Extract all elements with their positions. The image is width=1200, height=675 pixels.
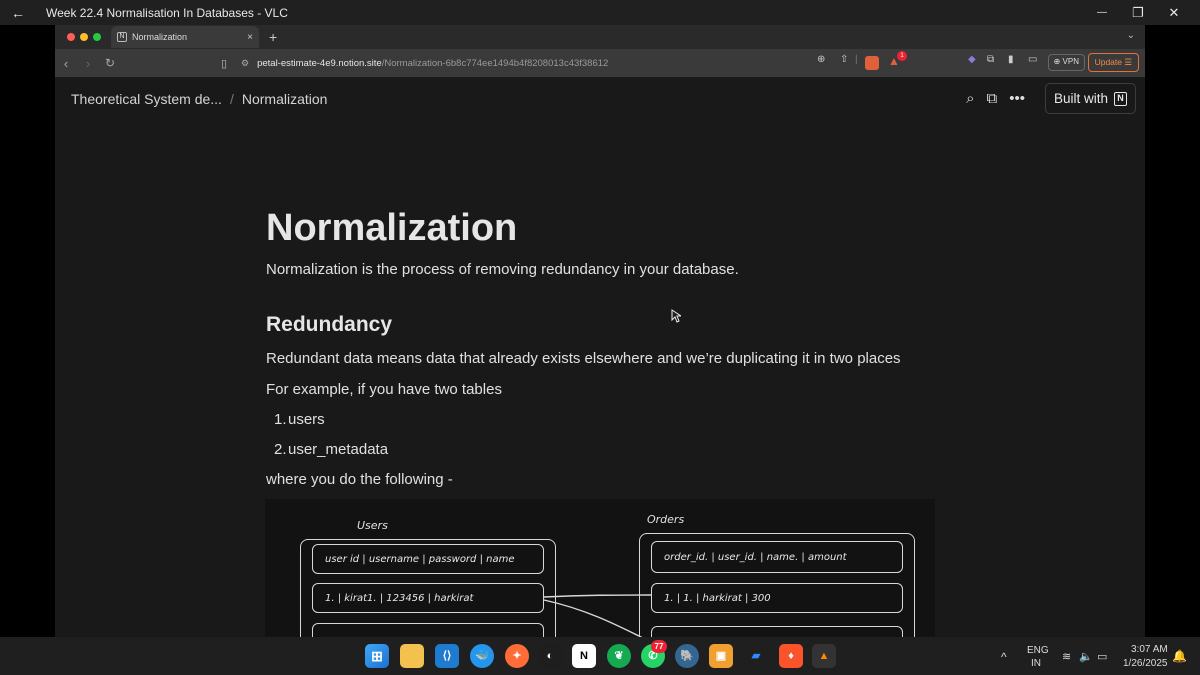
window-title: Week 22.4 Normalisation In Databases - V… bbox=[46, 5, 288, 20]
url-field[interactable]: ⚙ petal-estimate-4e9.notion.site/Normali… bbox=[241, 53, 891, 73]
example-paragraph: For example, if you have two tables bbox=[266, 381, 502, 398]
back-icon[interactable]: ‹ bbox=[55, 56, 77, 71]
wallet-icon[interactable]: ▭ bbox=[1028, 54, 1037, 65]
url-host: petal-estimate-4e9.notion.site bbox=[257, 57, 382, 69]
section-heading: Redundancy bbox=[266, 313, 393, 336]
built-with-label: Built with bbox=[1053, 91, 1108, 106]
relation-lines bbox=[543, 594, 652, 637]
forward-icon[interactable]: › bbox=[77, 56, 99, 71]
breadcrumb-parent[interactable]: Theoretical System de... bbox=[71, 91, 222, 107]
docker-icon[interactable]: 🐳 bbox=[470, 644, 494, 668]
page-title: Normalization bbox=[266, 207, 518, 249]
clock-date[interactable]: 1/26/2025 bbox=[1123, 658, 1168, 669]
back-arrow-icon[interactable]: ← bbox=[0, 5, 36, 21]
built-with-notion-button[interactable]: Built with N bbox=[1044, 83, 1136, 114]
tab-normalization[interactable]: N Normalization × bbox=[111, 26, 259, 48]
taskbar: ⊞ ⟨⟩ 🐳 ✦ ◐ N ❦ ✆ 77 🐘 ▣ ▰ ♦ ▲ ^ ENG IN ≋… bbox=[0, 637, 1200, 675]
intro-paragraph: Normalization is the process of removing… bbox=[266, 261, 739, 278]
share-icon[interactable]: ⇧ bbox=[840, 54, 848, 65]
start-icon[interactable]: ⊞ bbox=[365, 644, 389, 668]
language-bottom[interactable]: IN bbox=[1031, 658, 1041, 669]
divider: | bbox=[855, 54, 858, 65]
postman-icon[interactable]: ✦ bbox=[505, 644, 529, 668]
tab-list-chevron-icon[interactable]: ⌄ bbox=[1127, 30, 1135, 41]
notion-logo-icon: N bbox=[1114, 91, 1127, 106]
list-text: users bbox=[288, 411, 325, 428]
minimize-dot-icon[interactable] bbox=[80, 33, 88, 41]
bookmark-icon[interactable]: ▯ bbox=[221, 57, 227, 70]
close-button[interactable]: ✕ bbox=[1156, 5, 1192, 21]
breadcrumb-separator: / bbox=[229, 91, 234, 107]
topbar-actions: ⌕ ⧉ ••• bbox=[966, 90, 1025, 107]
relation-line bbox=[543, 599, 643, 637]
tray-overflow-icon[interactable]: ^ bbox=[1001, 650, 1007, 664]
new-tab-button[interactable]: + bbox=[259, 29, 277, 45]
zoom-icon[interactable]: ⊕ bbox=[817, 54, 825, 65]
tab-title: Normalization bbox=[132, 32, 188, 42]
postgres-icon[interactable]: 🐘 bbox=[675, 644, 699, 668]
whatsapp-badge: 77 bbox=[651, 640, 667, 653]
list-number: 2. bbox=[274, 441, 287, 458]
window-controls bbox=[55, 33, 111, 41]
virtualbox-icon[interactable]: ▣ bbox=[709, 644, 733, 668]
list-number: 1. bbox=[274, 411, 287, 428]
tab-strip: N Normalization × + ⌄ bbox=[55, 25, 1145, 49]
tab-close-icon[interactable]: × bbox=[247, 32, 253, 43]
mouse-cursor-icon bbox=[671, 309, 681, 323]
restore-button[interactable]: ❐ bbox=[1120, 5, 1156, 21]
browser-window: N Normalization × + ⌄ ‹ › ↻ ▯ ⚙ petal-es… bbox=[55, 25, 1145, 637]
search-icon[interactable]: ⌕ bbox=[966, 90, 974, 107]
notification-bell-icon[interactable]: 🔔 bbox=[1172, 649, 1187, 663]
brave-shield-icon[interactable] bbox=[865, 56, 879, 70]
clock-time[interactable]: 3:07 AM bbox=[1131, 644, 1168, 655]
language-top[interactable]: ENG bbox=[1027, 645, 1049, 656]
following-paragraph: where you do the following - bbox=[266, 471, 453, 488]
update-button[interactable]: Update ☰ bbox=[1087, 53, 1139, 72]
address-bar-row: ‹ › ↻ ▯ ⚙ petal-estimate-4e9.notion.site… bbox=[55, 49, 1145, 77]
url-path: /Normalization-6b8c774ee1494b4f8208013c4… bbox=[381, 57, 609, 69]
relation-line bbox=[543, 594, 652, 598]
vlc-titlebar: ← Week 22.4 Normalisation In Databases -… bbox=[0, 0, 1200, 25]
site-settings-icon[interactable]: ⚙ bbox=[241, 58, 249, 69]
reload-icon[interactable]: ↻ bbox=[99, 56, 121, 70]
anydesk-icon[interactable]: ▰ bbox=[744, 644, 768, 668]
brave-icon[interactable]: ♦ bbox=[779, 644, 803, 668]
breadcrumb-current[interactable]: Normalization bbox=[242, 91, 328, 107]
tables-diagram: Users Orders user id | username | passwo… bbox=[265, 499, 935, 637]
redundancy-paragraph: Redundant data means data that already e… bbox=[266, 350, 901, 367]
sidebar-icon[interactable]: ▮ bbox=[1008, 54, 1014, 65]
minimize-button[interactable]: — bbox=[1084, 7, 1120, 18]
close-dot-icon[interactable] bbox=[67, 33, 75, 41]
notion-page: Theoretical System de... / Normalization… bbox=[55, 77, 1145, 637]
notion-topbar: Theoretical System de... / Normalization… bbox=[55, 77, 1145, 121]
volume-icon[interactable]: 🔈 bbox=[1079, 650, 1093, 663]
mongodb-icon[interactable]: ❦ bbox=[607, 644, 631, 668]
extensions-icon[interactable]: ⧉ bbox=[987, 54, 994, 65]
notion-favicon-icon: N bbox=[117, 32, 127, 42]
duplicate-icon[interactable]: ⧉ bbox=[987, 90, 998, 107]
list-item: 1.users bbox=[266, 411, 325, 428]
vpn-button[interactable]: ⊕ VPN bbox=[1047, 54, 1085, 71]
battery-icon[interactable]: ▭ bbox=[1097, 650, 1107, 663]
list-text: user_metadata bbox=[288, 441, 389, 458]
rewards-badge: 1 bbox=[897, 51, 907, 61]
list-item: 2.user_metadata bbox=[266, 441, 388, 458]
more-options-icon[interactable]: ••• bbox=[1009, 90, 1025, 107]
leo-ai-icon[interactable]: ◆ bbox=[968, 54, 976, 65]
wifi-icon[interactable]: ≋ bbox=[1062, 650, 1071, 663]
notion-icon[interactable]: N bbox=[572, 644, 596, 668]
vlc-icon[interactable]: ▲ bbox=[812, 644, 836, 668]
figma-icon[interactable]: ◐ bbox=[538, 644, 562, 668]
maximize-dot-icon[interactable] bbox=[93, 33, 101, 41]
file-explorer-icon[interactable] bbox=[400, 644, 424, 668]
vscode-icon[interactable]: ⟨⟩ bbox=[435, 644, 459, 668]
